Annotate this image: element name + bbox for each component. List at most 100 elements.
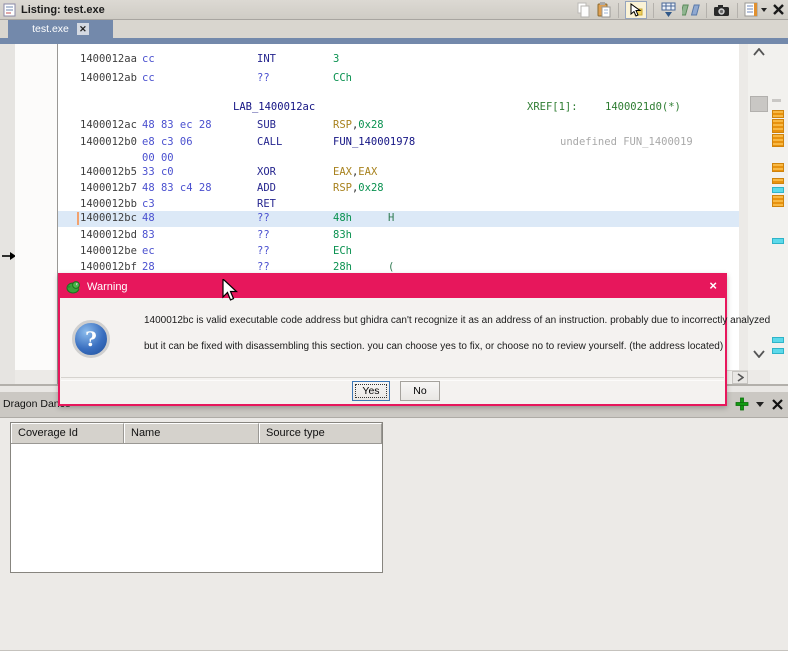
- listing-row[interactable]: 1400012be ec?? ECh: [58, 244, 739, 259]
- dialog-titlebar[interactable]: Warning ×: [60, 275, 725, 298]
- orange-coverage-marker[interactable]: [772, 163, 784, 172]
- scroll-down-icon[interactable]: [753, 350, 765, 358]
- label-field[interactable]: LAB_1400012ac: [233, 101, 315, 113]
- cursor-location-icon[interactable]: [625, 1, 647, 19]
- mnemonic-field[interactable]: ??: [257, 261, 270, 273]
- close-icon[interactable]: [772, 3, 786, 17]
- bytes-field[interactable]: cc: [142, 72, 155, 84]
- tab-close-icon[interactable]: ✕: [76, 23, 89, 35]
- operand-field[interactable]: 3: [333, 53, 339, 65]
- tab-test-exe[interactable]: test.exe ✕: [8, 20, 113, 38]
- bytes-field[interactable]: 33 c0: [142, 166, 174, 178]
- listing-row[interactable]: 1400012bc 48?? 48h H: [58, 211, 739, 227]
- cyan-coverage-marker[interactable]: [772, 187, 784, 193]
- mnemonic-field[interactable]: XOR: [257, 166, 276, 178]
- listing-display-options-icon[interactable]: [744, 2, 768, 18]
- mnemonic-field[interactable]: ??: [257, 72, 270, 84]
- bytes-field[interactable]: ec: [142, 245, 155, 257]
- listing-row[interactable]: 1400012b7 48 83 c4 28 ADD RSP,0x28: [58, 181, 739, 196]
- listing-label-row[interactable]: LAB_1400012ac XREF[1]: 1400021d0(*): [58, 100, 739, 115]
- address-field[interactable]: 1400012bd: [80, 229, 137, 241]
- dialog-close-icon[interactable]: ×: [709, 279, 717, 292]
- listing-row[interactable]: 1400012bb c3 RET: [58, 197, 739, 212]
- orange-coverage-marker[interactable]: [772, 110, 784, 118]
- listing-row[interactable]: 1400012b0 e8 c3 06 CALL FUN_140001978 undefi…: [58, 135, 739, 150]
- column-header-source-type[interactable]: Source type: [259, 423, 382, 443]
- mnemonic-field[interactable]: CALL: [257, 136, 282, 148]
- mnemonic-field[interactable]: ??: [257, 212, 270, 224]
- bytes-field[interactable]: 28: [142, 261, 155, 273]
- address-field[interactable]: 1400012ab: [80, 72, 137, 84]
- address-field[interactable]: 1400012bb: [80, 198, 137, 210]
- panel-menu-icon[interactable]: [756, 401, 764, 407]
- orange-coverage-marker[interactable]: [772, 195, 784, 207]
- operand-field[interactable]: EAX,EAX: [333, 166, 377, 178]
- gray-coverage-marker[interactable]: [772, 99, 781, 102]
- mnemonic-field[interactable]: INT: [257, 53, 276, 65]
- xref-address-field[interactable]: 1400021d0(*): [605, 101, 681, 113]
- mnemonic-field[interactable]: ??: [257, 229, 270, 241]
- warning-dialog[interactable]: Warning × ? 1400012bc is valid executabl…: [58, 273, 770, 406]
- listing-row[interactable]: 00 00: [58, 151, 739, 166]
- column-header-coverage-id[interactable]: Coverage Id: [11, 423, 124, 443]
- paste-icon[interactable]: [596, 2, 612, 18]
- address-field[interactable]: 1400012bc: [80, 212, 137, 224]
- bytes-field[interactable]: 83: [142, 229, 155, 241]
- camera-snapshot-icon[interactable]: [713, 3, 731, 18]
- address-field[interactable]: 1400012b7: [80, 182, 137, 194]
- operand-field[interactable]: RSP,0x28: [333, 182, 384, 194]
- address-field[interactable]: 1400012b5: [80, 166, 137, 178]
- address-field[interactable]: 1400012aa: [80, 53, 137, 65]
- listing-row[interactable]: 1400012b5 33 c0 XOR EAX,EAX: [58, 165, 739, 180]
- listing-row[interactable]: 1400012ac 48 83 ec 28 SUB RSP,0x28: [58, 118, 739, 133]
- cyan-coverage-marker[interactable]: [772, 337, 784, 343]
- snapshot-table-icon[interactable]: [660, 2, 678, 18]
- column-header-name[interactable]: Name: [124, 423, 259, 443]
- operand-field[interactable]: CCh: [333, 72, 352, 84]
- orange-coverage-marker[interactable]: [772, 178, 784, 184]
- overview-marker-strip[interactable]: [770, 44, 788, 384]
- bytes-field[interactable]: 48: [142, 212, 155, 224]
- bytes-field[interactable]: e8 c3 06: [142, 136, 193, 148]
- address-field[interactable]: 1400012bf: [80, 261, 137, 273]
- listing-row[interactable]: 1400012ab cc?? CCh: [58, 71, 739, 86]
- operand-field[interactable]: FUN_140001978: [333, 136, 415, 148]
- scroll-up-icon[interactable]: [753, 48, 765, 56]
- address-field[interactable]: 1400012b0: [80, 136, 137, 148]
- cyan-coverage-marker[interactable]: [772, 348, 784, 354]
- listing-titlebar[interactable]: Listing: test.exe: [0, 0, 788, 20]
- bytes-field[interactable]: 00 00: [142, 152, 174, 164]
- listing-row[interactable]: 1400012aa cc INT 3: [58, 52, 739, 67]
- mnemonic-field[interactable]: ADD: [257, 182, 276, 194]
- bytes-field[interactable]: cc: [142, 53, 155, 65]
- address-field[interactable]: 1400012be: [80, 245, 137, 257]
- add-coverage-icon[interactable]: [735, 397, 749, 411]
- listing-row[interactable]: 1400012bd 83?? 83h: [58, 228, 739, 243]
- no-button[interactable]: No: [400, 381, 440, 401]
- operand-field[interactable]: RSP,0x28: [333, 119, 384, 131]
- operand-field[interactable]: 83h: [333, 229, 352, 241]
- ascii-field[interactable]: (: [388, 261, 394, 273]
- cyan-coverage-marker[interactable]: [772, 238, 784, 244]
- panel-close-icon[interactable]: [771, 398, 784, 411]
- operand-field[interactable]: 48h: [333, 212, 352, 224]
- mnemonic-field[interactable]: ??: [257, 245, 270, 257]
- scrollbar-thumb[interactable]: [750, 96, 768, 112]
- address-field[interactable]: 1400012ac: [80, 119, 137, 131]
- mnemonic-field[interactable]: SUB: [257, 119, 276, 131]
- xref-header-field[interactable]: XREF[1]:: [527, 101, 578, 113]
- coverage-table[interactable]: Coverage Id Name Source type: [10, 422, 383, 573]
- mnemonic-field[interactable]: RET: [257, 198, 276, 210]
- ascii-field[interactable]: H: [388, 212, 394, 224]
- orange-coverage-marker[interactable]: [772, 134, 784, 147]
- bytes-field[interactable]: c3: [142, 198, 155, 210]
- scroll-right-icon[interactable]: [732, 371, 748, 384]
- bytes-field[interactable]: 48 83 ec 28: [142, 119, 212, 131]
- operand-field[interactable]: ECh: [333, 245, 352, 257]
- comment-field[interactable]: undefined FUN_1400019: [560, 136, 693, 148]
- diff-view-icon[interactable]: [682, 2, 700, 18]
- bytes-field[interactable]: 48 83 c4 28: [142, 182, 212, 194]
- copy-icon[interactable]: [576, 2, 592, 18]
- orange-coverage-marker[interactable]: [772, 119, 784, 133]
- operand-field[interactable]: 28h: [333, 261, 352, 273]
